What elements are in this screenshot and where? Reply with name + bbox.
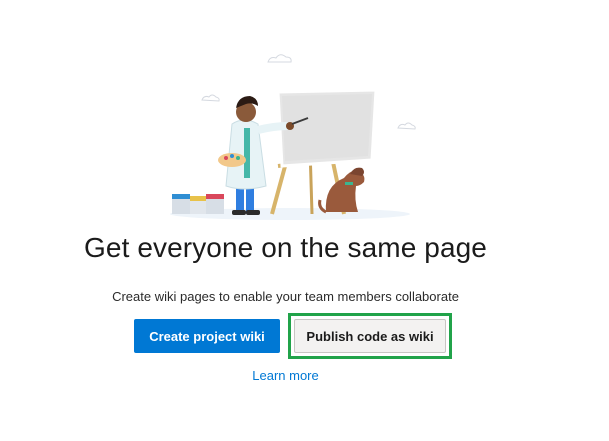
canvas-surface (282, 94, 372, 161)
painter-shoe (246, 210, 260, 215)
palette-dot (236, 156, 240, 160)
paint-blue (172, 194, 190, 199)
dog-body (325, 170, 365, 212)
painter-shirt (244, 128, 250, 178)
palette-dot (230, 154, 234, 158)
cloud-icon (397, 122, 416, 130)
palette-dot (224, 156, 228, 160)
dog-collar (345, 182, 353, 185)
painter-shoe (232, 210, 246, 215)
wiki-empty-state: Get everyone on the same page Create wik… (0, 0, 609, 441)
cloud-icon (201, 94, 220, 102)
painter-illustration (170, 54, 416, 220)
paint-red (206, 194, 224, 199)
create-project-wiki-button[interactable]: Create project wiki (134, 319, 280, 353)
learn-more-link[interactable]: Learn more (0, 368, 571, 383)
cloud-icon (267, 54, 292, 63)
publish-code-as-wiki-button[interactable]: Publish code as wiki (294, 319, 446, 353)
empty-state-headline: Get everyone on the same page (84, 232, 487, 263)
paint-yellow (190, 196, 206, 201)
painter-arm (257, 122, 289, 134)
empty-state-description: Create wiki pages to enable your team me… (112, 289, 459, 304)
